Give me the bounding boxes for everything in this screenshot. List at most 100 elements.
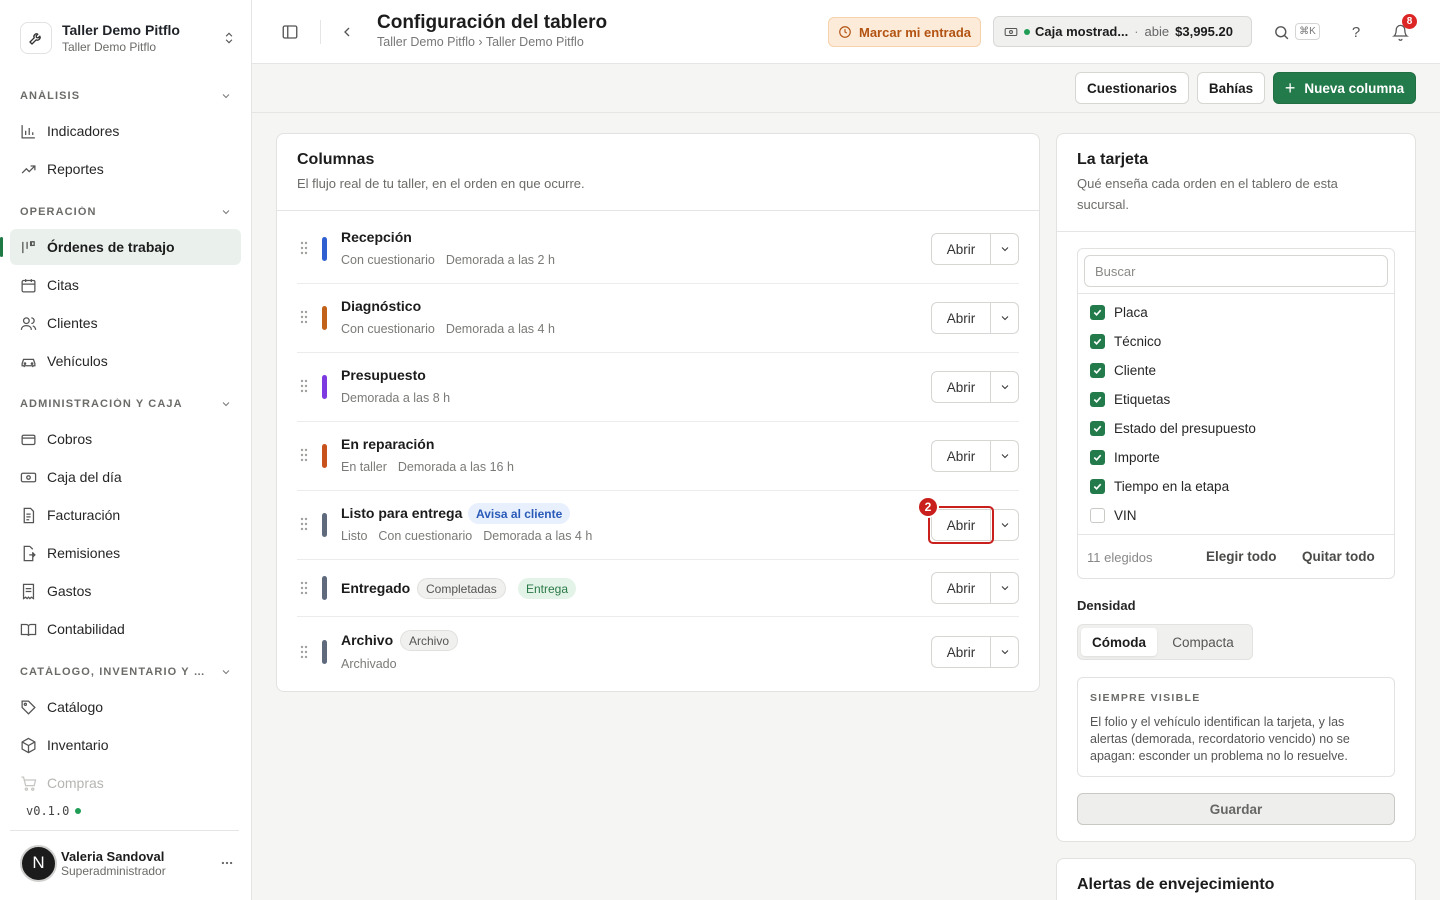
save-button[interactable]: Guardar [1077,793,1395,825]
sidebar-item-caja[interactable]: Caja del día [10,459,241,495]
field-option-placa[interactable]: Placa [1090,302,1148,322]
checkbox-checked[interactable] [1090,391,1105,407]
chevron-down-icon[interactable] [991,233,1019,265]
org-switcher[interactable]: Taller Demo Pitflo Taller Demo Pitflo [20,18,236,58]
book-icon [20,621,37,638]
field-option-etiquetas[interactable]: Etiquetas [1090,389,1170,409]
section-operacion[interactable]: OPERACIÓN [20,206,232,218]
chevron-down-icon[interactable] [991,371,1019,403]
column-meta: Demorada a las 8 h [341,391,451,405]
fields-search-input[interactable] [1084,255,1388,287]
chevron-down-icon[interactable] [991,572,1019,604]
sidebar-item-label: Gastos [47,583,92,599]
sidebar-item-compras[interactable]: Compras [10,765,241,801]
field-option-tiempo-etapa[interactable]: Tiempo en la etapa [1090,476,1229,496]
org-subtitle: Taller Demo Pitflo [62,40,157,54]
column-meta: Con cuestionario Demorada a las 2 h [341,253,555,267]
cash-register-selector[interactable]: Caja mostrad... · abie $3,995.20 [993,16,1252,47]
field-option-importe[interactable]: Importe [1090,447,1160,467]
checkbox-checked[interactable] [1090,304,1105,320]
sidebar-item-contabilidad[interactable]: Contabilidad [10,611,241,647]
drag-handle-icon[interactable] [299,645,309,659]
drag-handle-icon[interactable] [299,241,309,255]
sidebar-item-reportes[interactable]: Reportes [10,151,241,187]
plus-icon: + [1284,78,1296,98]
checkbox-checked[interactable] [1090,362,1105,378]
drag-handle-icon[interactable] [299,581,309,595]
sidebar-item-indicadores[interactable]: Indicadores [10,113,241,149]
divider [277,210,1039,211]
sidebar-toggle-icon[interactable] [280,22,300,42]
sidebar-item-label: Remisiones [47,545,121,561]
section-catalogo[interactable]: CATÁLOGO, INVENTARIO Y COMPRAS [20,666,232,678]
open-button[interactable]: Abrir [931,302,991,334]
new-column-button[interactable]: + Nueva columna [1273,72,1416,104]
sidebar-item-cobros[interactable]: Cobros [10,421,241,457]
field-option-tecnico[interactable]: Técnico [1090,331,1161,351]
chevron-down-icon [220,666,232,678]
column-row-recepcion: Recepción Con cuestionario Demorada a las… [297,215,1019,283]
density-option-comoda[interactable]: Cómoda [1081,628,1157,656]
field-option-cliente[interactable]: Cliente [1090,360,1156,380]
drag-handle-icon[interactable] [299,379,309,393]
open-button[interactable]: Abrir [931,636,991,668]
density-option-compacta[interactable]: Compacta [1157,628,1249,656]
drag-handle-icon[interactable] [299,310,309,324]
search-icon[interactable] [1271,22,1291,42]
status-dot [1024,28,1030,35]
bays-button[interactable]: Bahías [1197,72,1265,104]
more-horizontal-icon[interactable] [220,856,234,870]
section-administracion[interactable]: ADMINISTRACIÓN Y CAJA [20,398,232,410]
cart-icon [20,775,37,792]
field-option-vin[interactable]: VIN [1090,505,1137,525]
sidebar-item-facturacion[interactable]: Facturación [10,497,241,533]
field-option-estado-presupuesto[interactable]: Estado del presupuesto [1090,418,1256,438]
drag-handle-icon[interactable] [299,517,309,531]
open-button[interactable]: Abrir [931,572,991,604]
clock-in-button[interactable]: Marcar mi entrada [828,17,981,47]
column-meta: Archivado [341,657,397,671]
status-dot [75,808,82,814]
sidebar-item-catalogo[interactable]: Catálogo [10,689,241,725]
column-color-bar [322,444,327,468]
chevron-down-icon[interactable] [991,440,1019,472]
back-arrow-icon[interactable] [338,22,356,42]
column-name: Recepción [341,229,412,245]
open-button[interactable]: Abrir [931,440,991,472]
open-button[interactable]: Abrir [931,233,991,265]
sidebar-item-inventario[interactable]: Inventario [10,727,241,763]
fields-picker [1077,248,1395,579]
user-menu[interactable]: N Valeria Sandoval Superadministrador [20,843,240,883]
questionnaires-button[interactable]: Cuestionarios [1075,72,1189,104]
always-visible-note: SIEMPRE VISIBLE El folio y el vehículo i… [1077,677,1395,777]
sidebar-item-label: Indicadores [47,123,120,139]
sidebar-item-gastos[interactable]: Gastos [10,573,241,609]
select-all-button[interactable]: Elegir todo [1206,549,1277,564]
sidebar-item-clientes[interactable]: Clientes [10,305,241,341]
checkbox-checked[interactable] [1090,420,1105,436]
help-button[interactable]: ? [1346,22,1366,42]
file-export-icon [20,545,37,562]
sidebar-item-vehiculos[interactable]: Vehículos [10,343,241,379]
chevron-down-icon[interactable] [991,636,1019,668]
open-split-button: Abrir [931,302,1019,334]
column-color-bar [322,513,327,537]
checkbox-checked[interactable] [1090,478,1105,494]
org-name: Taller Demo Pitflo [62,22,180,38]
open-split-button: Abrir [931,572,1019,604]
chevron-down-icon[interactable] [991,509,1019,541]
cash-register-icon [1004,25,1018,39]
checkbox-unchecked[interactable] [1090,507,1105,523]
clear-all-button[interactable]: Quitar todo [1302,549,1375,564]
chevron-down-icon[interactable] [991,302,1019,334]
section-analisis[interactable]: ANÁLISIS [20,90,232,102]
bar-chart-icon [20,123,37,140]
sidebar-item-citas[interactable]: Citas [10,267,241,303]
sidebar-item-remisiones[interactable]: Remisiones [10,535,241,571]
open-button[interactable]: Abrir [931,371,991,403]
checkbox-checked[interactable] [1090,333,1105,349]
checkbox-checked[interactable] [1090,449,1105,465]
sidebar-item-ordenes[interactable]: Órdenes de trabajo [0,229,241,265]
drag-handle-icon[interactable] [299,448,309,462]
divider [320,20,321,44]
